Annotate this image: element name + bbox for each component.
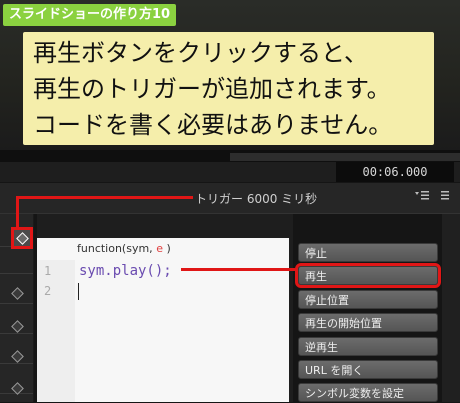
snippet-set-symbol-variable-button[interactable]: シンボル変数を設定 [298,383,438,402]
keyframe-diamond-icon[interactable] [11,320,24,333]
keyframe-diamond-icon[interactable] [11,350,24,363]
tutorial-title-badge: スライドショーの作り方10 [3,4,177,26]
function-suffix: ) [162,242,171,255]
text-cursor [78,283,79,300]
timeline-scrub-bar[interactable] [230,153,460,161]
line-number: 2 [44,284,52,298]
caption-line-2: 再生のトリガーが追加されます。 [33,75,391,103]
annotation-connector [181,268,295,271]
trigger-panel-title: トリガー 6000 ミリ秒 [195,192,318,206]
caption-box: 再生ボタンをクリックすると、 再生のトリガーが追加されます。 コードを書く必要は… [23,32,434,145]
line-number-gutter [37,260,75,402]
current-time-display[interactable]: 00:06.000 [336,162,454,182]
panel-menu-icon[interactable] [412,189,432,205]
snippet-play-from-button[interactable]: 再生の開始位置 [298,313,438,332]
code-line-1[interactable]: sym.play(); [79,263,172,279]
snippet-stop-at-button[interactable]: 停止位置 [298,290,438,309]
line-number: 1 [44,264,52,278]
function-signature: function(sym, e ) [77,242,171,255]
annotation-connector [16,196,193,199]
snippet-open-url-button[interactable]: URL を開く [298,360,438,379]
caption-line-1: 再生ボタンをクリックすると、 [33,39,369,67]
function-param: e [156,242,163,255]
track-divider [0,303,33,304]
track-divider [0,333,33,334]
snippet-play-reverse-button[interactable]: 逆再生 [298,337,438,356]
panel-scrollbar[interactable] [442,214,460,402]
caption-line-3: コードを書く必要はありません。 [33,111,393,139]
trigger-marker-icon[interactable] [11,227,33,249]
annotation-connector [16,196,19,227]
snippet-play-button[interactable]: 再生 [295,263,441,288]
keyframe-diamond-icon[interactable] [11,287,24,300]
snippet-stop-button[interactable]: 停止 [298,243,438,262]
trigger-diamond-icon [16,232,29,245]
track-divider [0,363,33,364]
close-icon[interactable] [437,189,453,205]
function-prefix: function(sym, [77,242,157,255]
track-divider [0,273,33,274]
